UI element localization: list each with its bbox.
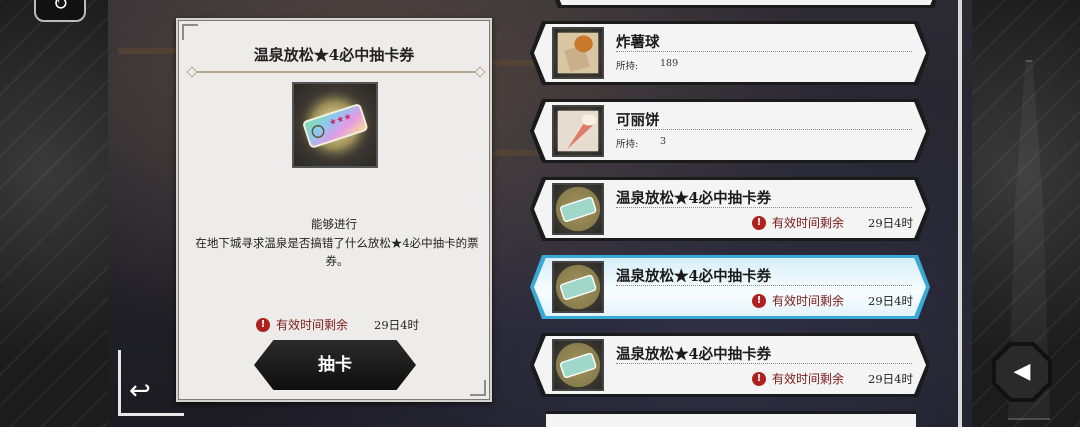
held-label: 所持: xyxy=(616,61,639,72)
expiry-value: 29日4时 xyxy=(868,293,913,308)
list-item[interactable]: 炸薯球 所持: 189 xyxy=(530,21,930,85)
list-item[interactable]: 可丽饼 所持: 3 xyxy=(530,99,930,163)
list-scrollbar[interactable] xyxy=(958,0,962,427)
held-value: 189 xyxy=(660,58,679,69)
warning-icon: ! xyxy=(752,371,766,386)
expiry-label: 有效时间剩余 xyxy=(772,216,845,230)
left-decorative-panel xyxy=(0,0,108,427)
draw-button[interactable]: 抽卡 xyxy=(254,340,416,390)
expiry-label: 有效时间剩余 xyxy=(276,318,349,332)
crepe-icon xyxy=(552,105,604,157)
fries-icon xyxy=(552,27,604,79)
list-item[interactable] xyxy=(546,411,916,427)
name-underline xyxy=(616,207,912,208)
ticket-icon: ★★★ xyxy=(292,82,378,168)
held-value: 3 xyxy=(660,136,667,147)
description-text: 在地下城寻求温泉是否搞错了什么放松★4必中抽卡的票券。 xyxy=(195,236,479,268)
expiry-info: ! 有效时间剩余 29日4时 xyxy=(256,316,419,333)
name-underline xyxy=(616,285,912,286)
name-underline xyxy=(616,363,912,364)
expiry-info: ! 有效时间剩余 29日4时 xyxy=(752,292,913,309)
expiry-info: ! 有效时间剩余 29日4时 xyxy=(752,214,913,231)
expiry-label: 有效时间剩余 xyxy=(772,372,845,386)
warning-icon: ! xyxy=(752,215,766,230)
item-name: 温泉放松★4必中抽卡券 xyxy=(616,268,772,285)
expiry-label: 有效时间剩余 xyxy=(772,294,845,308)
name-underline xyxy=(616,129,912,130)
name-underline xyxy=(616,51,912,52)
item-name: 温泉放松★4必中抽卡券 xyxy=(616,346,772,363)
list-item-selected[interactable]: 温泉放松★4必中抽卡券 ! 有效时间剩余 29日4时 xyxy=(530,255,930,319)
warning-icon: ! xyxy=(752,293,766,308)
item-name: 温泉放松★4必中抽卡券 xyxy=(616,190,772,207)
sound-button[interactable]: ◀ xyxy=(992,342,1052,402)
item-detail-panel: 温泉放松★4必中抽卡券 ★★★ 能够进行 在地下城寻求温泉是否搞错了什么放松★4… xyxy=(176,18,492,402)
ticket-icon xyxy=(552,183,604,235)
expiry-value: 29日4时 xyxy=(374,317,419,332)
description-line: 能够进行 xyxy=(311,217,357,231)
ticket-icon xyxy=(552,339,604,391)
return-icon: ↩ xyxy=(129,376,151,406)
speaker-icon: ◀ xyxy=(996,346,1048,398)
expiry-info: ! 有效时间剩余 29日4时 xyxy=(752,370,913,387)
return-button[interactable]: ↩ xyxy=(118,350,184,416)
expiry-value: 29日4时 xyxy=(868,371,913,386)
held-label: 所持: xyxy=(616,139,639,150)
list-item[interactable] xyxy=(546,0,946,8)
ticket-icon xyxy=(552,261,604,313)
item-name: 炸薯球 xyxy=(616,34,660,51)
item-name: 可丽饼 xyxy=(616,112,660,129)
list-item[interactable]: 温泉放松★4必中抽卡券 ! 有效时间剩余 29日4时 xyxy=(530,333,930,397)
warning-icon: ! xyxy=(256,317,270,332)
title-divider xyxy=(190,71,482,73)
refresh-icon[interactable]: ↻ xyxy=(34,0,86,22)
list-item[interactable]: 温泉放松★4必中抽卡券 ! 有效时间剩余 29日4时 xyxy=(530,177,930,241)
detail-title: 温泉放松★4必中抽卡券 xyxy=(253,46,415,64)
item-list[interactable]: 炸薯球 所持: 189 可丽饼 所持: 3 温泉放松★4必中抽卡券 ! 有效时间… xyxy=(530,0,946,427)
expiry-value: 29日4时 xyxy=(868,215,913,230)
